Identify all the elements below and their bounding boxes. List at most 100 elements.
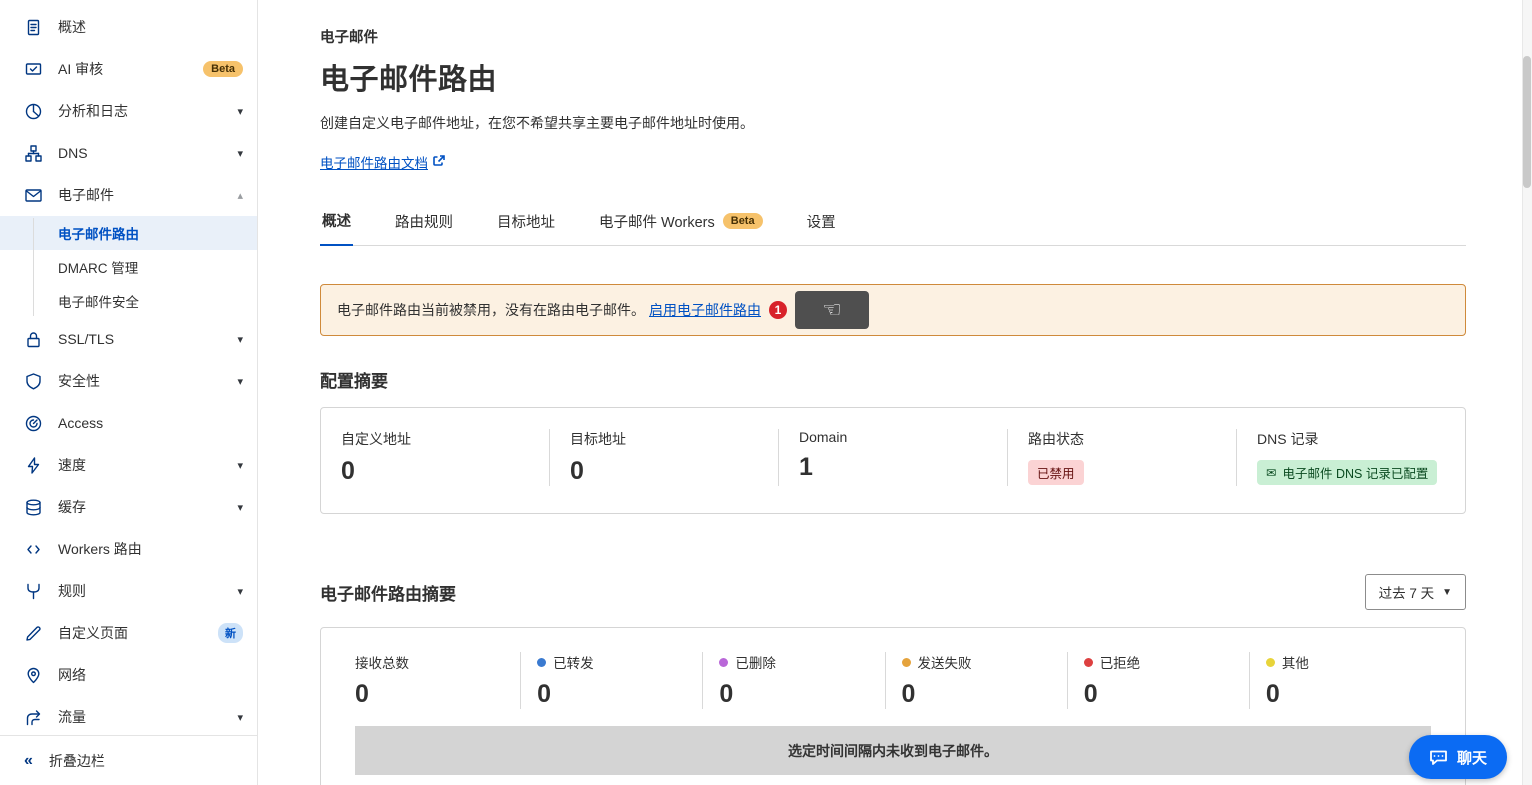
tab-routing-rules[interactable]: 路由规则 [393, 200, 455, 245]
lock-icon [24, 330, 42, 348]
summary-label: Domain [799, 429, 987, 445]
legend-dot-dropped [719, 658, 728, 667]
email-submenu: 电子邮件路由 DMARC 管理 电子邮件安全 [0, 216, 257, 318]
new-badge: 新 [218, 623, 243, 643]
stat-forwarded: 已转发 0 [520, 652, 702, 709]
stat-dropped: 已删除 0 [702, 652, 884, 709]
sidebar-item-security[interactable]: 安全性 ▾ [0, 360, 257, 402]
chevron-down-icon: ▾ [237, 711, 243, 724]
sidebar-item-overview[interactable]: 概述 [0, 6, 257, 48]
sidebar-item-label: DNS [58, 145, 231, 161]
sidebar-item-custom-pages[interactable]: 自定义页面 新 [0, 612, 257, 654]
summary-col-custom-addresses: 自定义地址 0 [321, 429, 549, 486]
summary-label: 自定义地址 [341, 429, 529, 449]
tab-label: 目标地址 [497, 211, 555, 232]
code-brackets-icon [24, 540, 42, 558]
sidebar-item-label: 缓存 [58, 497, 231, 517]
time-range-dropdown[interactable]: 过去 7 天 ▼ [1365, 574, 1466, 610]
stat-value: 0 [1084, 680, 1233, 709]
chat-icon [1429, 748, 1448, 767]
empty-state-message: 选定时间间隔内未收到电子邮件。 [355, 726, 1431, 775]
sidebar-item-speed[interactable]: 速度 ▾ [0, 444, 257, 486]
pen-icon [24, 624, 42, 642]
sidebar-item-traffic[interactable]: 流量 ▾ [0, 696, 257, 735]
sidebar-item-label: DMARC 管理 [58, 257, 138, 277]
sidebar-item-dmarc[interactable]: DMARC 管理 [0, 250, 257, 284]
email-icon [24, 186, 42, 204]
tab-destination-addresses[interactable]: 目标地址 [495, 200, 557, 245]
scrollbar-thumb[interactable] [1523, 56, 1531, 188]
stat-label: 接收总数 [355, 652, 409, 672]
stat-value: 0 [719, 680, 868, 709]
rules-icon [24, 582, 42, 600]
summary-value: 0 [570, 457, 758, 486]
tab-email-workers[interactable]: 电子邮件 Workers Beta [597, 200, 765, 245]
legend-dot-other [1266, 658, 1275, 667]
tab-label: 设置 [807, 211, 836, 232]
dns-icon [24, 144, 42, 162]
document-icon [24, 18, 42, 36]
sidebar-item-email-routing[interactable]: 电子邮件路由 [0, 216, 257, 250]
chevron-up-icon: ▴ [237, 189, 243, 202]
stat-value: 0 [902, 680, 1051, 709]
warning-banner: 电子邮件路由当前被禁用，没有在路由电子邮件。 启用电子邮件路由 1 ☜ [320, 284, 1466, 336]
summary-label: 路由状态 [1028, 429, 1216, 449]
routing-summary-title: 电子邮件路由摘要 [320, 580, 456, 605]
sidebar-item-dns[interactable]: DNS ▾ [0, 132, 257, 174]
collapse-sidebar-button[interactable]: « 折叠边栏 [0, 735, 257, 785]
sidebar-item-cache[interactable]: 缓存 ▾ [0, 486, 257, 528]
chevron-down-icon: ▾ [237, 459, 243, 472]
summary-col-domain: Domain 1 [778, 429, 1007, 486]
main-content: 电子邮件 电子邮件路由 创建自定义电子邮件地址，在您不希望共享主要电子邮件地址时… [258, 0, 1532, 785]
time-range-label: 过去 7 天 [1379, 582, 1435, 602]
chat-button[interactable]: 聊天 [1409, 735, 1507, 779]
status-badge-disabled: 已禁用 [1028, 460, 1084, 485]
sidebar-item-analytics[interactable]: 分析和日志 ▾ [0, 90, 257, 132]
summary-col-destination-addresses: 目标地址 0 [549, 429, 778, 486]
ai-review-icon [24, 60, 42, 78]
chevron-down-icon: ▾ [237, 105, 243, 118]
chat-label: 聊天 [1457, 747, 1487, 768]
docs-link[interactable]: 电子邮件路由文档 [320, 152, 445, 172]
routing-summary-card: 接收总数 0 已转发 0 已删除 0 [320, 627, 1466, 785]
database-icon [24, 498, 42, 516]
sidebar-item-label: Access [58, 415, 243, 431]
enable-email-routing-link[interactable]: 启用电子邮件路由 [649, 300, 761, 320]
sidebar-item-workers-routes[interactable]: Workers 路由 [0, 528, 257, 570]
cursor-tooltip: ☜ [795, 291, 869, 329]
stat-label: 已拒绝 [1100, 652, 1141, 672]
shield-icon [24, 372, 42, 390]
summary-value: 1 [799, 453, 987, 482]
sidebar-item-rules[interactable]: 规则 ▾ [0, 570, 257, 612]
pin-icon [24, 666, 42, 684]
tab-overview[interactable]: 概述 [320, 200, 353, 246]
legend-dot-forwarded [537, 658, 546, 667]
vertical-scrollbar[interactable] [1522, 0, 1532, 785]
sidebar-item-access[interactable]: Access [0, 402, 257, 444]
chevron-down-icon: ▾ [237, 375, 243, 388]
chevron-down-icon: ▾ [237, 333, 243, 346]
sidebar-item-label: 电子邮件 [58, 185, 231, 205]
summary-col-dns-records: DNS 记录 ✉ 电子邮件 DNS 记录已配置 [1236, 429, 1465, 486]
sidebar-nav: 概述 AI 审核 Beta 分析和日志 ▾ DNS [0, 6, 257, 735]
tab-label: 概述 [322, 210, 351, 231]
sidebar-item-label: 安全性 [58, 371, 231, 391]
legend-dot-rejected [1084, 658, 1093, 667]
tab-bar: 概述 路由规则 目标地址 电子邮件 Workers Beta 设置 [320, 200, 1466, 246]
sidebar-item-label: 速度 [58, 455, 231, 475]
sidebar-item-ai-review[interactable]: AI 审核 Beta [0, 48, 257, 90]
sidebar-item-label: 流量 [58, 707, 231, 727]
sidebar-item-label: 网络 [58, 665, 243, 685]
sidebar-item-email[interactable]: 电子邮件 ▴ [0, 174, 257, 216]
config-summary-title: 配置摘要 [320, 367, 1466, 392]
legend-dot-failed [902, 658, 911, 667]
sidebar-item-ssl-tls[interactable]: SSL/TLS ▾ [0, 318, 257, 360]
warning-text: 电子邮件路由当前被禁用，没有在路由电子邮件。 [337, 300, 645, 320]
analytics-icon [24, 102, 42, 120]
collapse-label: 折叠边栏 [49, 751, 105, 771]
notification-badge: 1 [769, 301, 787, 319]
tab-settings[interactable]: 设置 [805, 200, 838, 245]
sidebar-item-network[interactable]: 网络 [0, 654, 257, 696]
chevron-down-icon: ▾ [237, 585, 243, 598]
sidebar-item-email-security[interactable]: 电子邮件安全 [0, 284, 257, 318]
